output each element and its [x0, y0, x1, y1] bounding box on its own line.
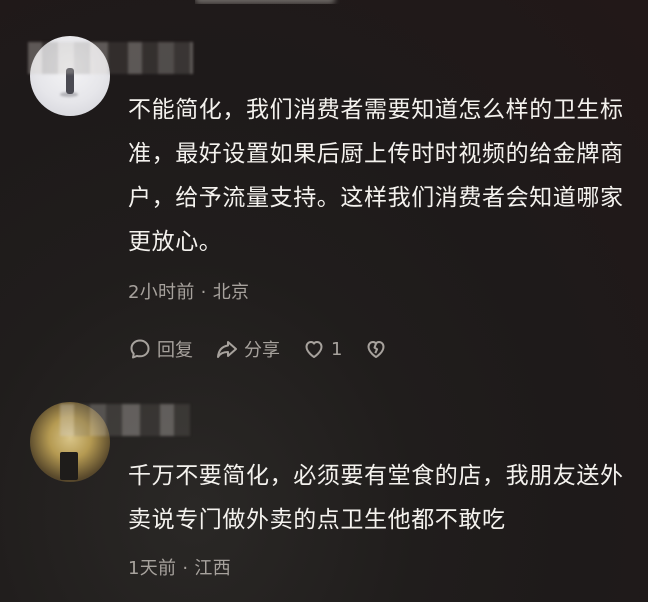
comment-location: 北京 — [212, 282, 250, 303]
comment-meta: 1天前 · 江西 — [128, 554, 231, 580]
comment-meta: 2小时前 · 北京 — [128, 278, 249, 304]
comment-time: 1天前 — [128, 558, 177, 579]
comment-time: 2小时前 — [128, 282, 195, 303]
comment-thread: 不能简化，我们消费者需要知道怎么样的卫生标准，最好设置如果后厨上传时时视频的给金… — [0, 0, 648, 602]
share-button[interactable]: 分享 — [215, 336, 280, 362]
broken-heart-icon — [367, 341, 385, 358]
blurred-text — [195, 0, 335, 4]
comment-location: 江西 — [194, 558, 231, 579]
like-button[interactable]: 1 — [302, 337, 342, 361]
username-blurred[interactable] — [28, 42, 193, 74]
speech-bubble-icon — [130, 339, 150, 359]
dislike-button[interactable] — [364, 337, 388, 361]
comment-text: 千万不要简化，必须要有堂食的店，我朋友送外卖说专门做外卖的点卫生他都不敢吃 — [128, 463, 624, 533]
comment-actions: 回复 分享 1 — [128, 336, 410, 362]
share-arrow-icon — [217, 341, 237, 358]
reply-label: 回复 — [157, 340, 193, 361]
reply-button[interactable]: 回复 — [128, 336, 193, 362]
avatar-lamp — [60, 452, 78, 480]
share-label: 分享 — [244, 340, 280, 361]
comment-text: 不能简化，我们消费者需要知道怎么样的卫生标准，最好设置如果后厨上传时时视频的给金… — [128, 97, 624, 255]
username-blurred[interactable] — [60, 404, 190, 436]
meta-separator: · — [200, 282, 207, 303]
meta-separator: · — [182, 558, 189, 579]
heart-icon — [305, 341, 323, 358]
previous-comment-meta-cut — [195, 0, 345, 4]
avatar-figure-shadow — [60, 92, 78, 97]
like-count: 1 — [331, 338, 343, 360]
